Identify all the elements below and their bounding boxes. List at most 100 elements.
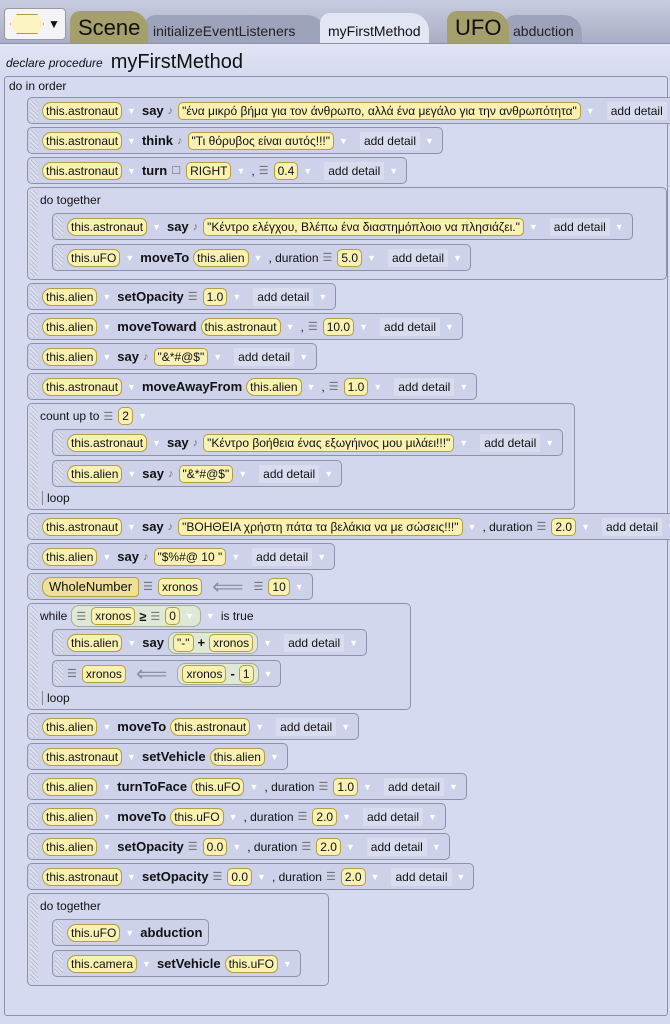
add-detail-button[interactable]: add detail	[388, 248, 449, 267]
dropdown-arrow-icon[interactable]: ▼	[303, 166, 312, 176]
dropdown-arrow-icon[interactable]: ▼	[359, 322, 368, 332]
dropdown-arrow-icon[interactable]: ▼	[283, 959, 292, 969]
object-reference[interactable]: this.astronaut	[42, 131, 123, 150]
dropdown-arrow-icon[interactable]: ▼	[255, 722, 264, 732]
dropdown-arrow-icon[interactable]: ▼	[371, 872, 380, 882]
dropdown-arrow-icon[interactable]: ▼	[373, 382, 382, 392]
dropdown-arrow-icon[interactable]: ▼	[342, 812, 351, 822]
dropdown-arrow-icon[interactable]: ▼	[457, 872, 466, 882]
dropdown-arrow-icon[interactable]: ▼	[152, 438, 161, 448]
tab-abduction[interactable]: abduction	[505, 15, 582, 43]
dropdown-arrow-icon[interactable]: ▼	[349, 638, 358, 648]
dropdown-arrow-icon[interactable]: ▼	[264, 669, 273, 679]
dropdown-arrow-icon[interactable]: ▼	[232, 842, 241, 852]
object-reference[interactable]: this.alien	[42, 347, 98, 366]
dropdown-arrow-icon[interactable]: ▼	[238, 469, 247, 479]
dropdown-arrow-icon[interactable]: ▼	[249, 782, 258, 792]
tab-ufo[interactable]: UFO	[447, 11, 510, 43]
number-literal[interactable]: 5.0	[337, 248, 363, 267]
dropdown-arrow-icon[interactable]: ▼	[317, 552, 326, 562]
variable-name[interactable]: xronos	[91, 607, 136, 625]
statement[interactable]: this.alien ▼ moveTo this.uFO ▼ , duration ☰ 2.0…	[27, 803, 446, 830]
number-literal[interactable]: 0	[165, 607, 180, 625]
object-reference[interactable]: this.astronaut	[200, 317, 281, 336]
add-detail-button[interactable]: add detail	[284, 633, 345, 652]
statement[interactable]: this.alien ▼ say ♪ "&*#@$" ▼ add detail ▼	[27, 343, 318, 370]
object-reference[interactable]: this.astronaut	[42, 867, 123, 886]
dropdown-arrow-icon[interactable]: ▼	[127, 382, 136, 392]
dropdown-arrow-icon[interactable]: ▼	[102, 292, 111, 302]
dropdown-arrow-icon[interactable]: ▼	[341, 722, 350, 732]
dropdown-arrow-icon[interactable]: ▼	[270, 752, 279, 762]
dropdown-arrow-icon[interactable]: ▼	[102, 812, 111, 822]
dropdown-arrow-icon[interactable]: ▼	[127, 638, 136, 648]
dropdown-arrow-icon[interactable]: ▼	[581, 522, 590, 532]
statement[interactable]: ☰ xronos ⟸ xronos -1 ▼	[52, 660, 282, 687]
number-literal[interactable]: 2.0	[316, 837, 341, 856]
add-detail-button[interactable]: add detail	[359, 131, 420, 150]
number-literal[interactable]: 0.0	[202, 837, 228, 856]
dropdown-arrow-icon[interactable]: ▼	[206, 611, 215, 621]
dropdown-arrow-icon[interactable]: ▼	[318, 292, 327, 302]
dropdown-arrow-icon[interactable]: ▼	[127, 166, 136, 176]
statement[interactable]: this.uFO ▼ abduction	[52, 919, 210, 946]
string-literal[interactable]: "&*#@$"	[178, 464, 234, 483]
dropdown-arrow-icon[interactable]: ▼	[127, 872, 136, 882]
object-reference[interactable]: this.astronaut	[67, 217, 148, 236]
control-block-do-together[interactable]: do together this.uFO ▼ abduction this.camera…	[27, 893, 329, 986]
dropdown-arrow-icon[interactable]: ▼	[529, 222, 538, 232]
statement[interactable]: this.astronaut ▼ think ♪ "Τι θόρυβος είναι α…	[27, 127, 443, 154]
tab-myfirstmethod[interactable]: myFirstMethod	[320, 13, 429, 43]
type-selector-button[interactable]: ▼	[4, 8, 66, 40]
dropdown-arrow-icon[interactable]: ▼	[324, 469, 333, 479]
object-reference[interactable]: this.alien	[42, 547, 98, 566]
object-reference[interactable]: this.alien	[42, 317, 98, 336]
object-reference[interactable]: this.astronaut	[42, 747, 123, 766]
statement[interactable]: this.astronaut ▼ setVehicle this.alien ▼	[27, 743, 288, 770]
tab-initializeeventlisteners[interactable]: initializeEventListeners	[145, 15, 325, 43]
object-reference[interactable]: this.alien	[42, 777, 98, 796]
statement[interactable]: this.astronaut ▼ setOpacity ☰ 0.0 ▼, duration…	[27, 863, 475, 890]
add-detail-button[interactable]: add detail	[234, 347, 295, 366]
dropdown-arrow-icon[interactable]: ▼	[127, 752, 136, 762]
statement[interactable]: this.alien ▼ turnToFace this.uFO ▼ , duration…	[27, 773, 467, 800]
statement[interactable]: this.astronaut ▼ say ♪ "Κέντρο βοήθεια ένας …	[52, 429, 564, 456]
statement[interactable]: this.alien ▼ setOpacity ☰ 0.0 ▼, duration ☰ 2.0…	[27, 833, 450, 860]
operand[interactable]: 1	[238, 664, 254, 683]
control-block-do-together[interactable]: do together this.astronaut ▼ say ♪ "Κέντρο ελ…	[27, 187, 667, 280]
dropdown-arrow-icon[interactable]: ▼	[367, 253, 376, 263]
dropdown-arrow-icon[interactable]: ▼	[425, 136, 434, 146]
object-reference[interactable]: this.uFO	[170, 807, 224, 826]
dropdown-arrow-icon[interactable]: ▼	[586, 106, 595, 116]
dropdown-arrow-icon[interactable]: ▼	[102, 722, 111, 732]
object-reference[interactable]: this.alien	[193, 248, 249, 267]
string-literal[interactable]: "$%#@ 10 "	[153, 547, 227, 566]
object-reference[interactable]: this.uFO	[67, 248, 121, 267]
number-literal[interactable]: 1.0	[343, 377, 369, 396]
add-detail-button[interactable]: add detail	[253, 287, 314, 306]
object-reference[interactable]: this.alien	[67, 633, 123, 652]
object-reference[interactable]: this.astronaut	[42, 101, 123, 120]
string-literal[interactable]: "ΒΟΗΘΕΙΑ χρήστη πάτα τα βελάκια να με σώ…	[178, 517, 463, 536]
control-block-count-up-to[interactable]: count up to ☰ 2 ▼ this.astronaut ▼ say ♪ "Κέντρο…	[27, 403, 575, 510]
dropdown-arrow-icon[interactable]: ▼	[102, 322, 111, 332]
dropdown-arrow-icon[interactable]: ▼	[127, 522, 136, 532]
object-reference[interactable]: this.alien	[42, 807, 98, 826]
number-literal[interactable]: 2.0	[551, 517, 577, 536]
dropdown-arrow-icon[interactable]: ▼	[127, 469, 136, 479]
number-literal[interactable]: 0.4	[273, 161, 299, 180]
dropdown-arrow-icon[interactable]: ▼	[231, 552, 240, 562]
add-detail-button[interactable]: add detail	[252, 547, 313, 566]
dropdown-arrow-icon[interactable]: ▼	[102, 842, 111, 852]
dropdown-arrow-icon[interactable]: ▼	[142, 959, 151, 969]
statement[interactable]: this.alien ▼ say "-" + xronos ▼ add detail ▼	[52, 629, 368, 656]
object-reference[interactable]: this.alien	[246, 377, 302, 396]
statement[interactable]: this.camera ▼ setVehicle this.uFO ▼	[52, 950, 301, 977]
dropdown-arrow-icon[interactable]: ▼	[307, 382, 316, 392]
statement[interactable]: this.astronaut ▼ say ♪ "Κέντρο ελέγχου, Βλέπ…	[52, 213, 633, 240]
statement[interactable]: this.alien ▼ say ♪ "&*#@$" ▼ add detail ▼	[52, 460, 343, 487]
dropdown-arrow-icon[interactable]: ▼	[459, 382, 468, 392]
dropdown-arrow-icon[interactable]: ▼	[545, 438, 554, 448]
string-literal[interactable]: "Κέντρο ελέγχου, Βλέπω ένα διαστημόπλοιο…	[203, 217, 524, 236]
dropdown-arrow-icon[interactable]: ▼	[125, 928, 134, 938]
